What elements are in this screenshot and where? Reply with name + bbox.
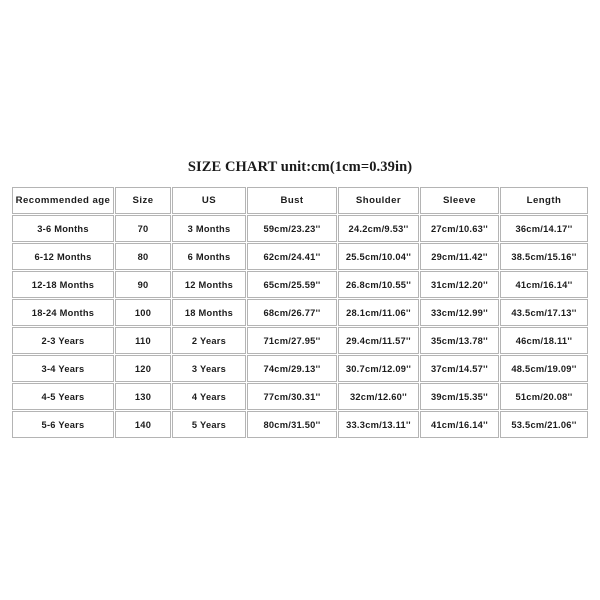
column-header-bust: Bust (247, 187, 337, 214)
size-chart-table: Recommended age Size US Bust Shoulder Sl… (11, 186, 589, 439)
cell-bust: 80cm/31.50'' (247, 411, 337, 438)
cell-sleeve: 31cm/12.20'' (420, 271, 499, 298)
cell-length: 48.5cm/19.09'' (500, 355, 588, 382)
column-header-length: Length (500, 187, 588, 214)
table-row: 3-4 Years 120 3 Years 74cm/29.13'' 30.7c… (12, 355, 588, 382)
cell-us: 12 Months (172, 271, 246, 298)
cell-bust: 77cm/30.31'' (247, 383, 337, 410)
table-row: 5-6 Years 140 5 Years 80cm/31.50'' 33.3c… (12, 411, 588, 438)
cell-recommended-age: 3-4 Years (12, 355, 114, 382)
cell-size: 130 (115, 383, 171, 410)
cell-size: 120 (115, 355, 171, 382)
cell-size: 70 (115, 215, 171, 242)
cell-recommended-age: 18-24 Months (12, 299, 114, 326)
cell-bust: 68cm/26.77'' (247, 299, 337, 326)
cell-sleeve: 37cm/14.57'' (420, 355, 499, 382)
cell-shoulder: 32cm/12.60'' (338, 383, 419, 410)
cell-size: 80 (115, 243, 171, 270)
cell-us: 2 Years (172, 327, 246, 354)
cell-recommended-age: 4-5 Years (12, 383, 114, 410)
cell-bust: 59cm/23.23'' (247, 215, 337, 242)
cell-length: 46cm/18.11'' (500, 327, 588, 354)
cell-recommended-age: 6-12 Months (12, 243, 114, 270)
table-body: 3-6 Months 70 3 Months 59cm/23.23'' 24.2… (12, 215, 588, 438)
cell-us: 4 Years (172, 383, 246, 410)
cell-shoulder: 24.2cm/9.53'' (338, 215, 419, 242)
column-header-shoulder: Shoulder (338, 187, 419, 214)
cell-bust: 74cm/29.13'' (247, 355, 337, 382)
cell-bust: 71cm/27.95'' (247, 327, 337, 354)
cell-length: 38.5cm/15.16'' (500, 243, 588, 270)
cell-us: 3 Years (172, 355, 246, 382)
table-header: Recommended age Size US Bust Shoulder Sl… (12, 187, 588, 214)
cell-recommended-age: 3-6 Months (12, 215, 114, 242)
column-header-recommended-age: Recommended age (12, 187, 114, 214)
cell-length: 51cm/20.08'' (500, 383, 588, 410)
cell-size: 110 (115, 327, 171, 354)
cell-sleeve: 41cm/16.14'' (420, 411, 499, 438)
cell-shoulder: 30.7cm/12.09'' (338, 355, 419, 382)
cell-sleeve: 35cm/13.78'' (420, 327, 499, 354)
cell-length: 36cm/14.17'' (500, 215, 588, 242)
cell-shoulder: 33.3cm/13.11'' (338, 411, 419, 438)
cell-sleeve: 39cm/15.35'' (420, 383, 499, 410)
cell-us: 6 Months (172, 243, 246, 270)
size-chart-table-container: Recommended age Size US Bust Shoulder Sl… (11, 186, 589, 439)
cell-sleeve: 27cm/10.63'' (420, 215, 499, 242)
table-row: 6-12 Months 80 6 Months 62cm/24.41'' 25.… (12, 243, 588, 270)
page-title: SIZE CHART unit:cm(1cm=0.39in) (187, 159, 413, 175)
cell-recommended-age: 5-6 Years (12, 411, 114, 438)
table-header-row: Recommended age Size US Bust Shoulder Sl… (12, 187, 588, 214)
cell-shoulder: 29.4cm/11.57'' (338, 327, 419, 354)
cell-bust: 65cm/25.59'' (247, 271, 337, 298)
cell-sleeve: 29cm/11.42'' (420, 243, 499, 270)
cell-recommended-age: 12-18 Months (12, 271, 114, 298)
cell-shoulder: 25.5cm/10.04'' (338, 243, 419, 270)
column-header-sleeve: Sleeve (420, 187, 499, 214)
column-header-us: US (172, 187, 246, 214)
cell-sleeve: 33cm/12.99'' (420, 299, 499, 326)
table-row: 18-24 Months 100 18 Months 68cm/26.77'' … (12, 299, 588, 326)
cell-size: 100 (115, 299, 171, 326)
table-row: 4-5 Years 130 4 Years 77cm/30.31'' 32cm/… (12, 383, 588, 410)
column-header-size: Size (115, 187, 171, 214)
size-chart-page: SIZE CHART unit:cm(1cm=0.39in) Recommend… (0, 0, 600, 600)
table-row: 2-3 Years 110 2 Years 71cm/27.95'' 29.4c… (12, 327, 588, 354)
cell-us: 18 Months (172, 299, 246, 326)
table-row: 3-6 Months 70 3 Months 59cm/23.23'' 24.2… (12, 215, 588, 242)
cell-size: 90 (115, 271, 171, 298)
cell-length: 41cm/16.14'' (500, 271, 588, 298)
cell-recommended-age: 2-3 Years (12, 327, 114, 354)
cell-size: 140 (115, 411, 171, 438)
table-row: 12-18 Months 90 12 Months 65cm/25.59'' 2… (12, 271, 588, 298)
cell-us: 3 Months (172, 215, 246, 242)
cell-length: 43.5cm/17.13'' (500, 299, 588, 326)
cell-shoulder: 26.8cm/10.55'' (338, 271, 419, 298)
cell-shoulder: 28.1cm/11.06'' (338, 299, 419, 326)
cell-bust: 62cm/24.41'' (247, 243, 337, 270)
cell-length: 53.5cm/21.06'' (500, 411, 588, 438)
cell-us: 5 Years (172, 411, 246, 438)
